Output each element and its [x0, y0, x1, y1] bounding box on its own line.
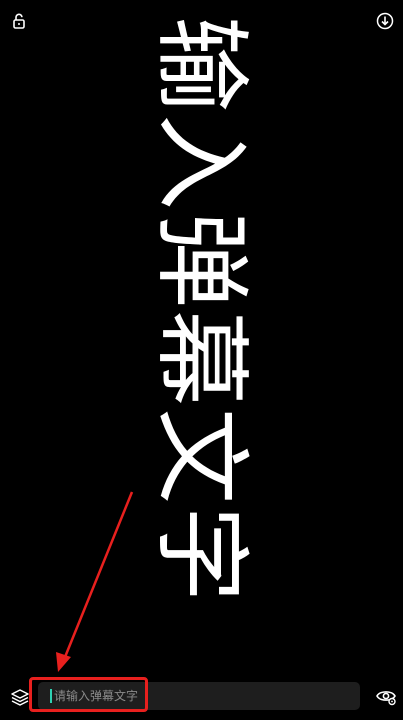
- danmaku-display: 输入弹幕文字: [0, 0, 403, 670]
- eye-settings-icon[interactable]: [374, 684, 398, 708]
- annotation-highlight-box: [29, 677, 148, 712]
- danmaku-text: 输入弹幕文字: [145, 16, 257, 604]
